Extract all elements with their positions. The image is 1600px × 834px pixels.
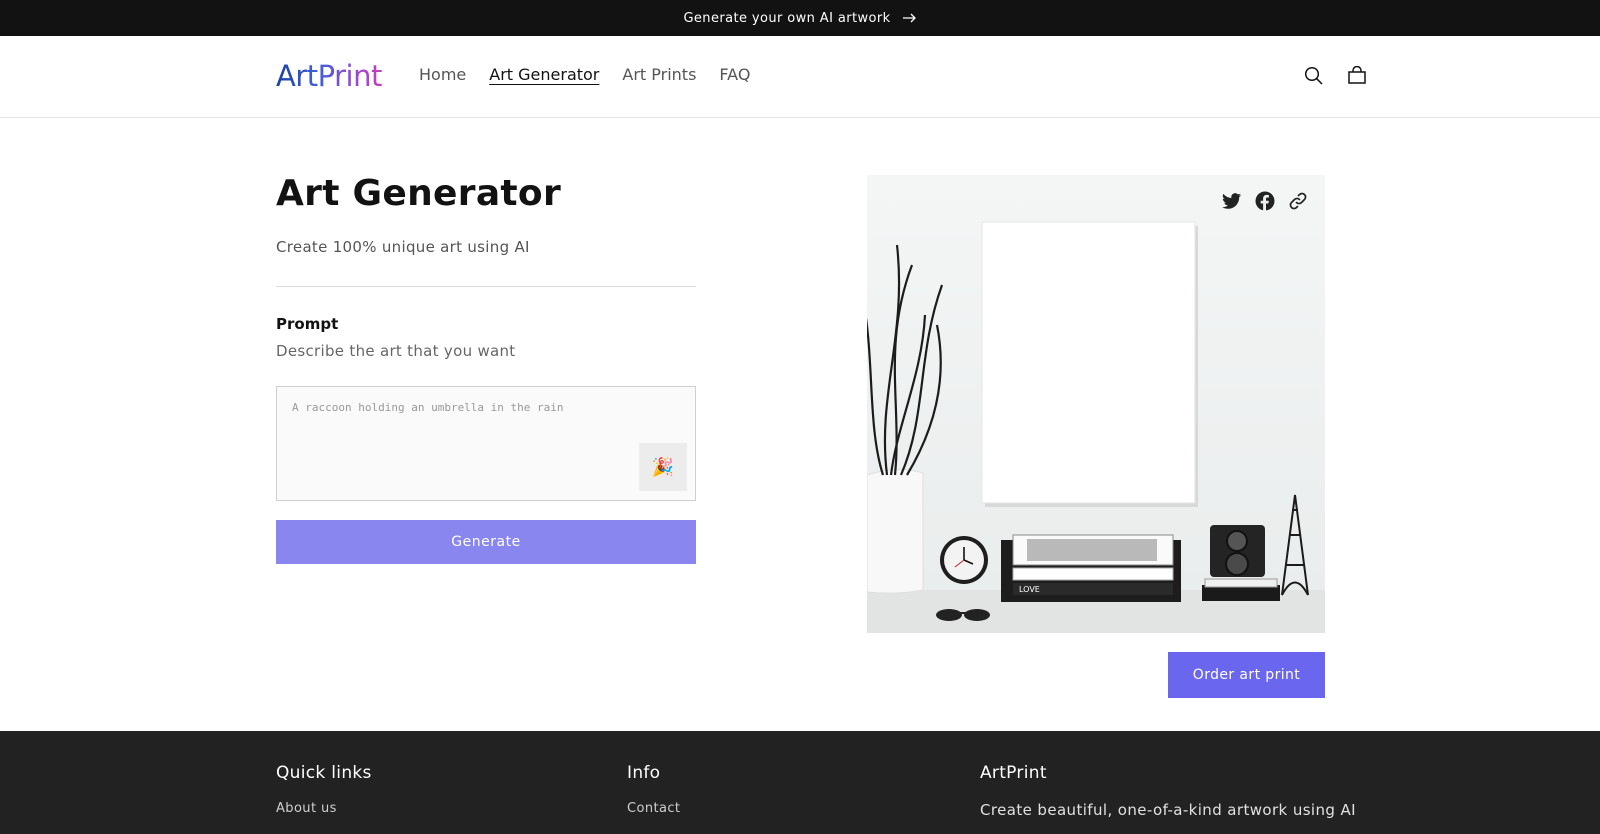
site-footer: Quick links About us Info Contact ArtPri… xyxy=(0,731,1600,834)
footer-heading-artprint: ArtPrint xyxy=(980,763,1047,783)
page-subtitle: Create 100% unique art using AI xyxy=(276,238,530,256)
footer-brand: ArtPrint Create beautiful, one-of-a-kind… xyxy=(980,763,1356,819)
divider xyxy=(276,286,696,287)
main-nav: Home Art Generator Art Prints FAQ xyxy=(419,64,773,86)
footer-brand-text: Create beautiful, one-of-a-kind artwork … xyxy=(980,801,1356,819)
arrow-right-icon xyxy=(902,13,917,23)
prompt-description: Describe the art that you want xyxy=(276,342,516,360)
twitter-icon[interactable] xyxy=(1221,190,1243,212)
art-preview-image: LOVE xyxy=(867,175,1325,633)
site-logo[interactable]: ArtPrint xyxy=(276,58,382,94)
nav-faq[interactable]: FAQ xyxy=(719,64,750,86)
link-icon[interactable] xyxy=(1287,190,1309,212)
nav-art-prints[interactable]: Art Prints xyxy=(622,64,696,86)
site-header: ArtPrint Home Art Generator Art Prints F… xyxy=(0,36,1600,118)
nav-home[interactable]: Home xyxy=(419,64,466,86)
facebook-icon[interactable] xyxy=(1254,190,1276,212)
prompt-box: 🎉 xyxy=(276,386,696,501)
footer-info: Info Contact xyxy=(627,763,680,816)
footer-heading-quick-links: Quick links xyxy=(276,763,372,783)
announcement-bar[interactable]: Generate your own AI artwork xyxy=(0,0,1600,36)
announcement-text[interactable]: Generate your own AI artwork xyxy=(683,11,890,26)
footer-heading-info: Info xyxy=(627,763,661,783)
footer-quick-links: Quick links About us xyxy=(276,763,372,816)
cart-icon[interactable] xyxy=(1345,64,1369,88)
prompt-input[interactable] xyxy=(277,387,695,500)
svg-text:LOVE: LOVE xyxy=(1019,585,1040,594)
nav-art-generator[interactable]: Art Generator xyxy=(489,64,599,86)
prompt-label: Prompt xyxy=(276,315,339,333)
footer-link-contact[interactable]: Contact xyxy=(627,801,680,816)
party-popper-icon: 🎉 xyxy=(651,456,675,477)
footer-link-about-us[interactable]: About us xyxy=(276,801,372,816)
generate-button[interactable]: Generate xyxy=(276,520,696,564)
order-art-print-button[interactable]: Order art print xyxy=(1168,652,1325,698)
page-title: Art Generator xyxy=(276,173,562,214)
random-prompt-button[interactable]: 🎉 xyxy=(639,443,687,491)
mockup-scene: LOVE xyxy=(867,175,1325,633)
search-icon[interactable] xyxy=(1302,64,1326,88)
